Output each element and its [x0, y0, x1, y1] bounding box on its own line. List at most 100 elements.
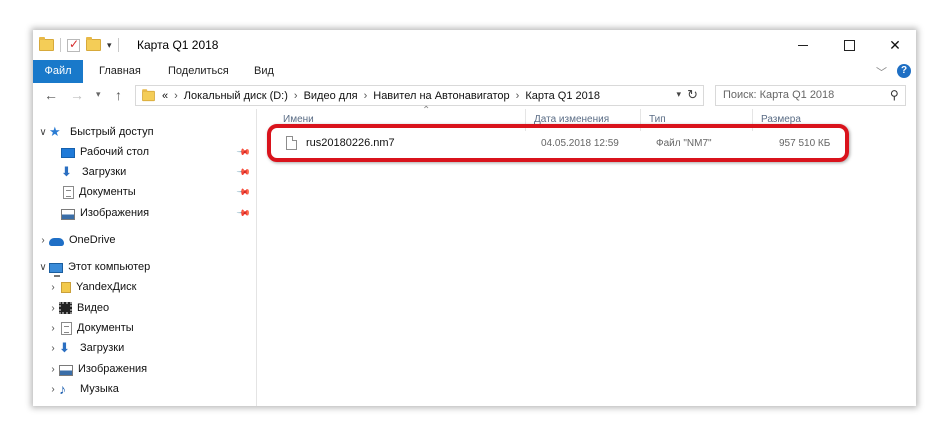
window-title: Карта Q1 2018	[137, 38, 219, 52]
forward-arrow-icon[interactable]: →	[70, 87, 84, 103]
breadcrumb-item[interactable]: Навител на Автонавигатор	[373, 90, 509, 102]
address-row: ← → ▾ ↑ « › Локальный диск (D:) › Видео …	[33, 83, 916, 109]
breadcrumb-overflow[interactable]: «	[162, 90, 168, 102]
new-folder-icon[interactable]	[86, 37, 101, 51]
nav-item-label: Быстрый доступ	[70, 126, 154, 138]
nav-item-documents[interactable]: Документы	[61, 182, 136, 202]
toolbar-divider	[60, 38, 61, 52]
nav-item-quick-access[interactable]: ∨ ★ Быстрый доступ	[37, 122, 154, 142]
nav-item-label: Рабочий стол	[80, 146, 150, 158]
nav-item-label: Загрузки	[80, 342, 125, 354]
refresh-icon[interactable]: ↻	[687, 87, 698, 103]
minimize-icon	[798, 44, 808, 46]
expand-ribbon-chevron-icon[interactable]: ﹀	[876, 64, 887, 80]
breadcrumb-item[interactable]: Видео для	[304, 90, 358, 102]
address-history-chevron-icon[interactable]: ▾	[676, 89, 681, 100]
document-icon	[63, 185, 74, 199]
breadcrumb-item[interactable]: Локальный диск (D:)	[184, 90, 288, 102]
explorer-window: ▾ Карта Q1 2018 ✕ Файл Главная Поделитьс…	[33, 30, 916, 406]
close-button[interactable]: ✕	[872, 30, 916, 60]
chevron-down-icon[interactable]: ∨	[37, 262, 49, 273]
back-arrow-icon[interactable]: ←	[44, 87, 58, 103]
nav-item-label: Изображения	[78, 363, 148, 375]
highlight-outline	[267, 124, 849, 162]
chevron-right-icon[interactable]: ›	[47, 343, 59, 354]
maximize-icon	[843, 39, 855, 51]
sort-ascending-icon: ⌃	[422, 105, 431, 116]
chevron-right-icon[interactable]: ›	[174, 90, 178, 102]
nav-item-downloads[interactable]: ⬇ Загрузки	[61, 162, 126, 182]
minimize-button[interactable]	[780, 30, 826, 60]
folder-icon	[142, 88, 155, 101]
breadcrumb-item[interactable]: Карта Q1 2018	[525, 90, 600, 102]
up-arrow-icon[interactable]: ↑	[115, 87, 122, 103]
chevron-right-icon[interactable]: ›	[364, 90, 368, 102]
download-arrow-icon: ⬇	[61, 164, 72, 179]
chevron-right-icon[interactable]: ›	[47, 282, 59, 293]
customize-toolbar-chevron-icon[interactable]: ▾	[107, 40, 112, 51]
chevron-right-icon[interactable]: ›	[47, 384, 59, 395]
search-icon[interactable]: ⚲	[890, 88, 899, 102]
help-icon[interactable]: ?	[897, 64, 911, 78]
navigation-pane: ∨ ★ Быстрый доступ Рабочий стол 📌 ⬇ Загр…	[33, 109, 257, 406]
tab-share[interactable]: Поделиться	[160, 60, 237, 83]
star-icon: ★	[49, 124, 61, 139]
pin-icon: 📌	[236, 144, 252, 160]
chevron-right-icon[interactable]: ›	[294, 90, 298, 102]
nav-item-label: Видео	[77, 302, 110, 314]
nav-item-label: YandexДиск	[76, 281, 137, 293]
quick-access-toolbar: ▾	[39, 37, 119, 53]
chevron-right-icon[interactable]: ›	[47, 364, 59, 375]
properties-icon[interactable]	[67, 37, 80, 52]
search-input[interactable]: Поиск: Карта Q1 2018 ⚲	[715, 85, 906, 106]
download-arrow-icon: ⬇	[59, 340, 70, 355]
nav-item-label: Этот компьютер	[68, 261, 151, 273]
nav-item-this-pc[interactable]: ∨ Этот компьютер	[37, 257, 150, 277]
pin-icon: 📌	[236, 184, 252, 200]
folder-icon	[39, 37, 54, 51]
maximize-button[interactable]	[826, 30, 872, 60]
chevron-right-icon[interactable]: ›	[516, 90, 520, 102]
video-icon	[59, 302, 72, 314]
computer-icon	[49, 262, 63, 277]
nav-item-label: OneDrive	[69, 234, 116, 246]
yandex-disk-icon	[61, 281, 71, 293]
document-icon	[61, 321, 72, 335]
pin-icon: 📌	[236, 164, 252, 180]
chevron-right-icon[interactable]: ›	[47, 323, 59, 334]
chevron-down-icon[interactable]: ∨	[37, 127, 49, 138]
nav-item-pc-documents[interactable]: › Документы	[47, 318, 134, 338]
nav-item-label: Изображения	[80, 207, 150, 219]
nav-item-video[interactable]: › Видео	[47, 298, 109, 318]
title-bar: ▾ Карта Q1 2018 ✕	[33, 30, 916, 60]
nav-item-label: Музыка	[80, 383, 119, 395]
tab-home[interactable]: Главная	[91, 60, 149, 83]
nav-item-pc-pictures[interactable]: › Изображения	[47, 359, 147, 379]
music-note-icon: ♪	[59, 381, 66, 397]
address-bar[interactable]: « › Локальный диск (D:) › Видео для › На…	[135, 85, 704, 106]
nav-item-desktop[interactable]: Рабочий стол	[61, 142, 149, 162]
breadcrumb: « › Локальный диск (D:) › Видео для › На…	[162, 90, 600, 102]
pin-icon: 📌	[236, 205, 252, 221]
chevron-right-icon[interactable]: ›	[37, 235, 49, 246]
toolbar-divider	[117, 38, 119, 52]
file-list: ⌃ Имени Дата изменения Тип Размера rus20…	[257, 105, 916, 406]
nav-item-onedrive[interactable]: › OneDrive	[37, 230, 115, 250]
search-placeholder: Поиск: Карта Q1 2018	[723, 89, 835, 101]
close-icon: ✕	[889, 36, 901, 53]
nav-item-pc-downloads[interactable]: › ⬇ Загрузки	[47, 338, 124, 358]
nav-item-label: Документы	[79, 186, 136, 198]
tab-view[interactable]: Вид	[246, 60, 282, 83]
ribbon-tabs: Файл Главная Поделиться Вид ﹀ ?	[33, 60, 916, 84]
tab-file[interactable]: Файл	[33, 60, 83, 83]
nav-item-label: Загрузки	[82, 166, 127, 178]
nav-item-label: Документы	[77, 322, 134, 334]
pictures-icon	[61, 208, 75, 220]
desktop-icon	[61, 148, 75, 158]
recent-locations-chevron-icon[interactable]: ▾	[96, 89, 101, 100]
cloud-icon	[49, 238, 64, 246]
nav-item-pictures[interactable]: Изображения	[61, 203, 149, 223]
nav-item-yandex[interactable]: › YandexДиск	[47, 277, 136, 297]
nav-item-music[interactable]: › ♪ Музыка	[47, 379, 119, 399]
chevron-right-icon[interactable]: ›	[47, 303, 59, 314]
